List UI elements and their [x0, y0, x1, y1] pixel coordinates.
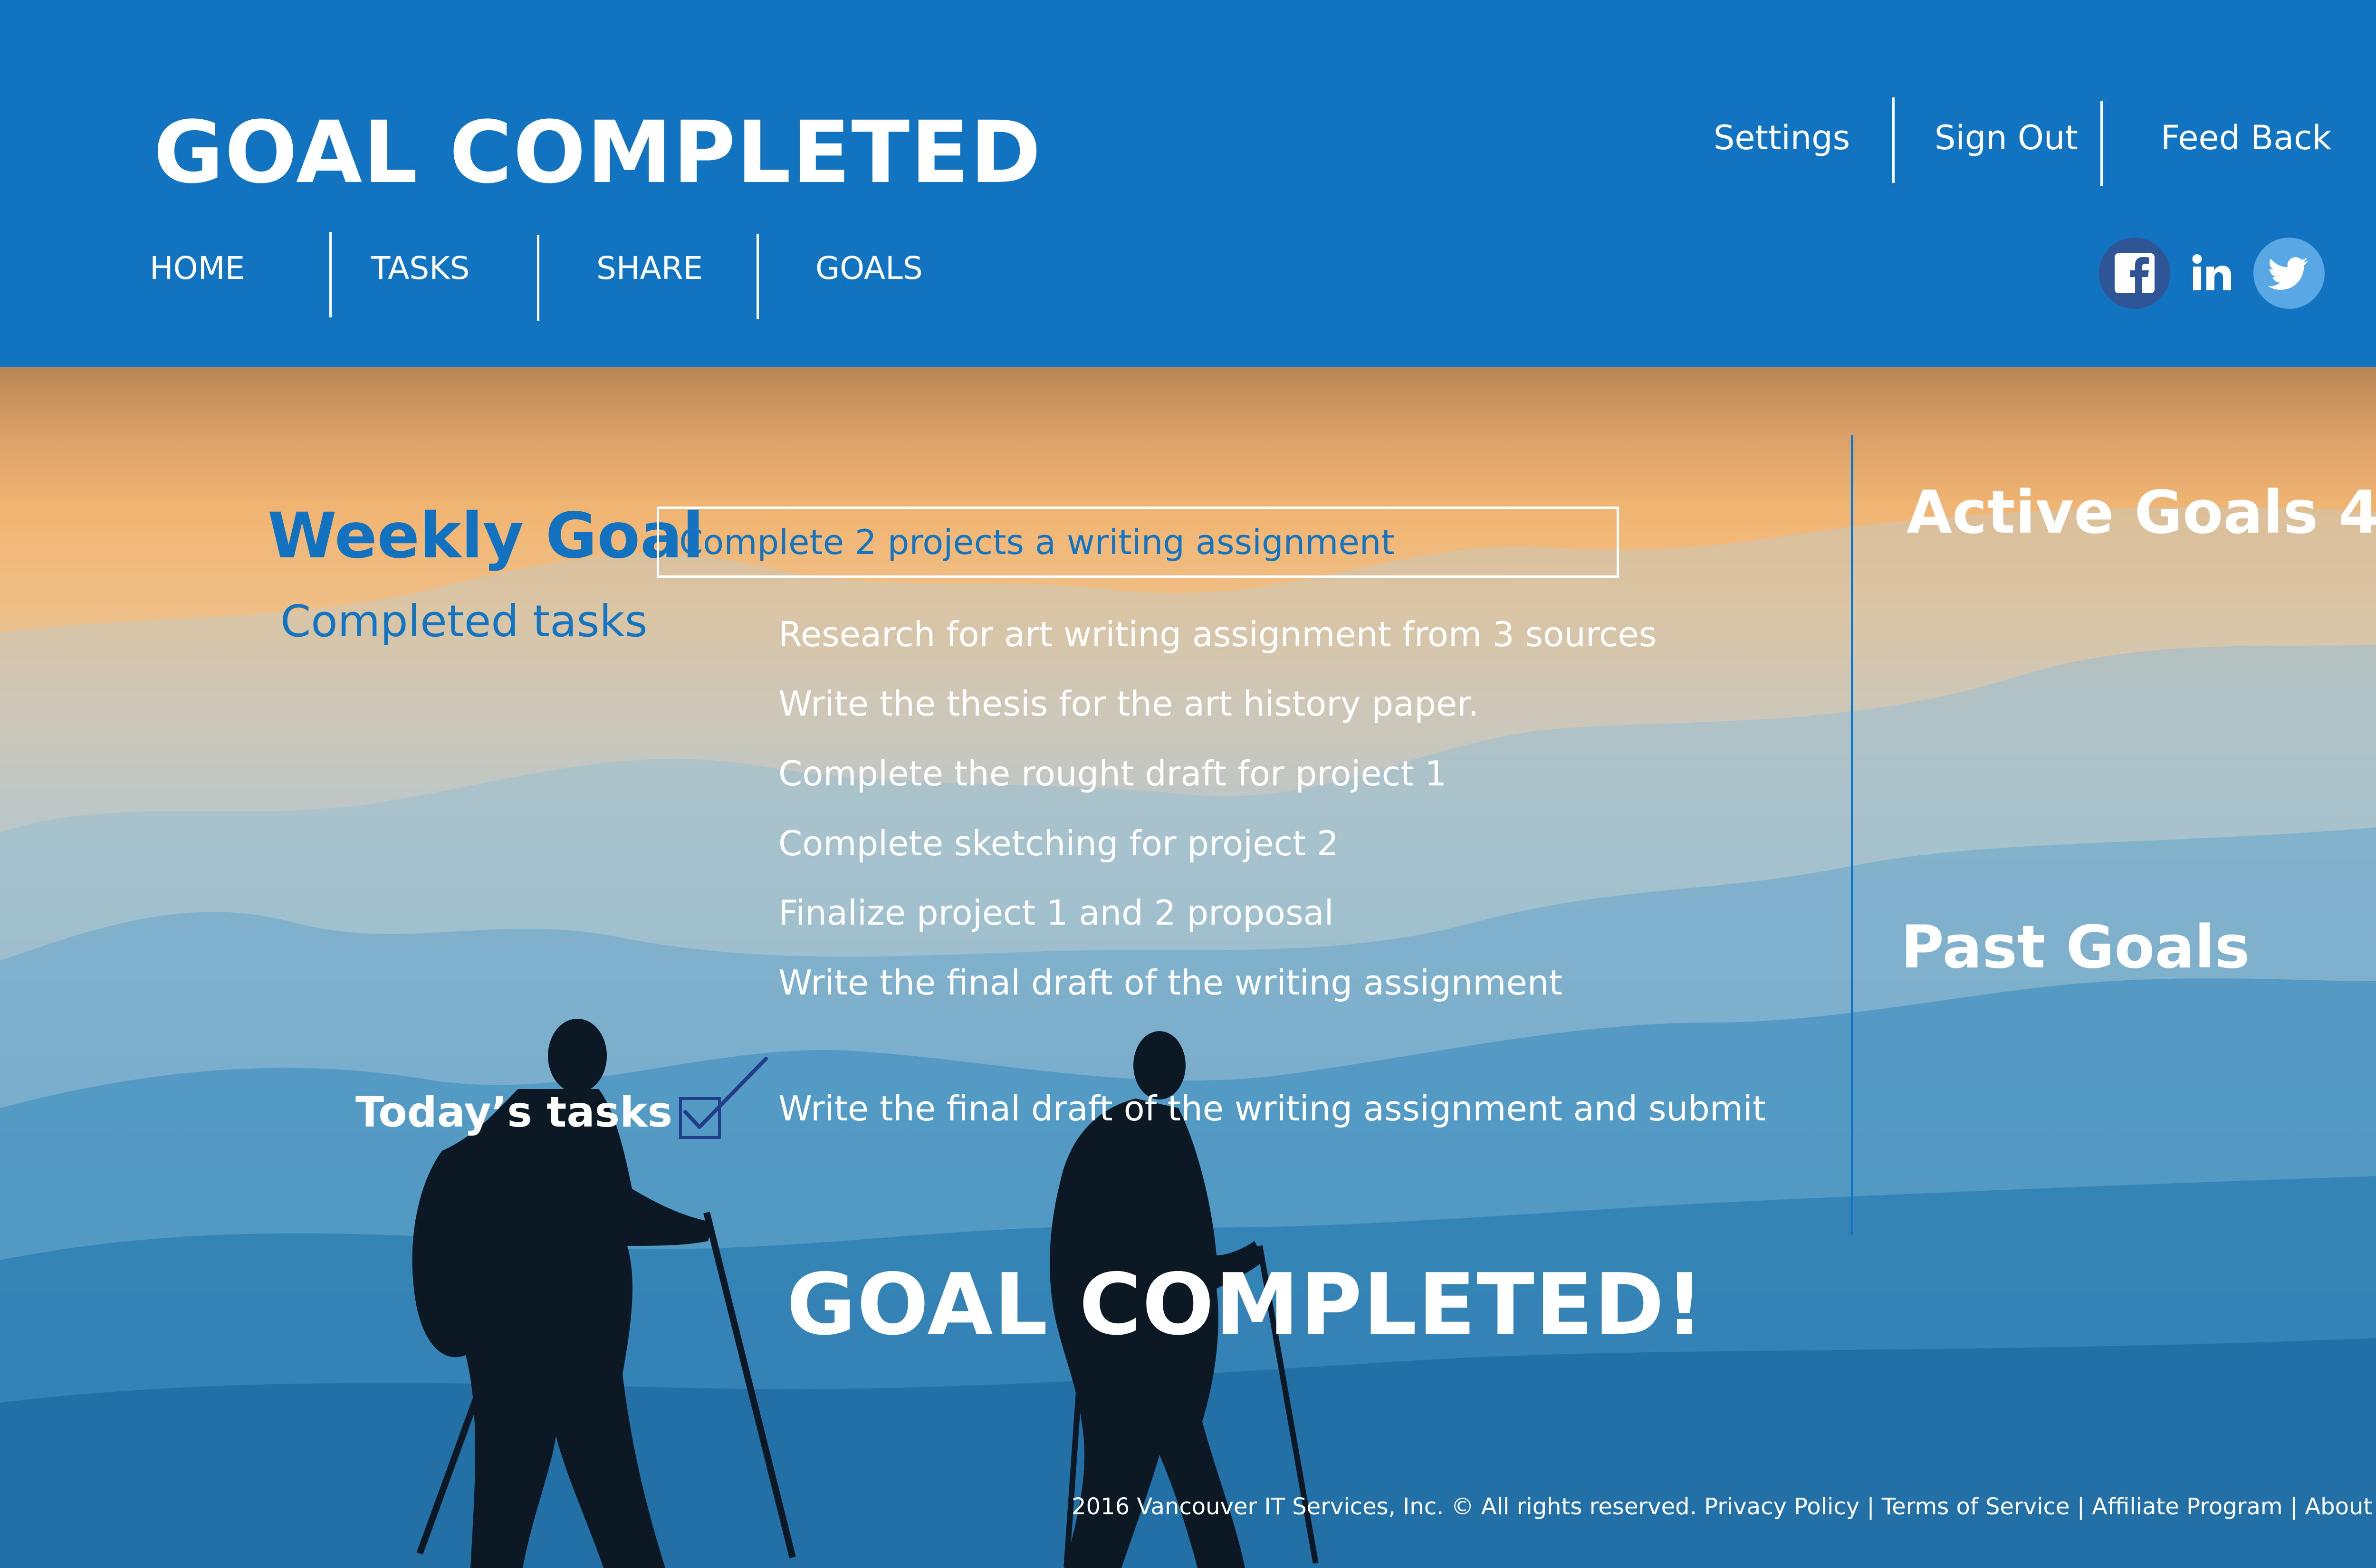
footer-link-privacy[interactable]: Privacy Policy: [1704, 1493, 1859, 1520]
completed-task-item: Write the final draft of the writing ass…: [778, 963, 1562, 1003]
main-nav: HOME TASKS SHARE GOALS: [0, 0, 998, 367]
completed-task-item: Research for art writing assignment from…: [778, 614, 1657, 654]
completed-task-item: Finalize project 1 and 2 proposal: [778, 893, 1334, 933]
task-checkbox[interactable]: [675, 1056, 770, 1146]
todays-tasks-label: Today’s tasks: [355, 1088, 673, 1137]
footer-copyright: 2016 Vancouver IT Services, Inc. © All r…: [1072, 1493, 1697, 1520]
completed-tasks-label: Completed tasks: [280, 596, 648, 647]
past-goals-link[interactable]: Past Goals: [1901, 918, 2250, 977]
todays-task-item: Write the final draft of the writing ass…: [778, 1089, 1766, 1128]
nav-tasks[interactable]: TASKS: [371, 253, 469, 284]
facebook-icon[interactable]: [2099, 238, 2170, 309]
feedback-link[interactable]: Feed Back: [2161, 121, 2331, 154]
completed-task-item: Complete sketching for project 2: [778, 823, 1339, 863]
nav-divider: [329, 232, 332, 317]
sign-out-link[interactable]: Sign Out: [1935, 121, 2078, 154]
footer: 2016 Vancouver IT Services, Inc. © All r…: [1072, 1495, 2376, 1518]
footer-separator: |: [2077, 1493, 2085, 1520]
nav-divider: [757, 234, 759, 319]
active-goals-link[interactable]: Active Goals 4: [1907, 483, 2376, 542]
footer-link-about[interactable]: About Us: [2305, 1493, 2376, 1520]
goal-completed-banner: GOAL COMPLETED!: [786, 1255, 1705, 1354]
checkmark-icon: [683, 1057, 768, 1129]
completed-task-item: Complete the rought draft for project 1: [778, 754, 1447, 794]
header: GOAL COMPLETED HOME TASKS SHARE GOALS Se…: [0, 0, 2376, 367]
footer-link-affiliate[interactable]: Affiliate Program: [2092, 1493, 2282, 1520]
nav-goals[interactable]: GOALS: [815, 253, 923, 284]
nav-divider: [537, 235, 539, 321]
settings-link[interactable]: Settings: [1714, 121, 1850, 154]
weekly-goal-label: Weekly Goal: [268, 499, 704, 573]
completed-task-item: Write the thesis for the art history pap…: [778, 684, 1479, 724]
hero-section: Weekly Goal Complete 2 projects a writin…: [0, 367, 2376, 1568]
footer-separator: |: [2290, 1493, 2298, 1520]
sidebar-divider: [1851, 435, 1853, 1235]
account-divider: [1892, 97, 1895, 183]
nav-home[interactable]: HOME: [150, 253, 245, 284]
footer-link-terms[interactable]: Terms of Service: [1882, 1493, 2070, 1520]
weekly-goal-value: Complete 2 projects a writing assignment: [679, 522, 1395, 562]
nav-share[interactable]: SHARE: [596, 253, 703, 284]
twitter-icon[interactable]: [2253, 238, 2325, 309]
account-divider: [2100, 101, 2103, 186]
weekly-goal-field[interactable]: Complete 2 projects a writing assignment: [657, 507, 1619, 578]
footer-separator: |: [1867, 1493, 1875, 1520]
linkedin-icon[interactable]: [2176, 238, 2248, 309]
